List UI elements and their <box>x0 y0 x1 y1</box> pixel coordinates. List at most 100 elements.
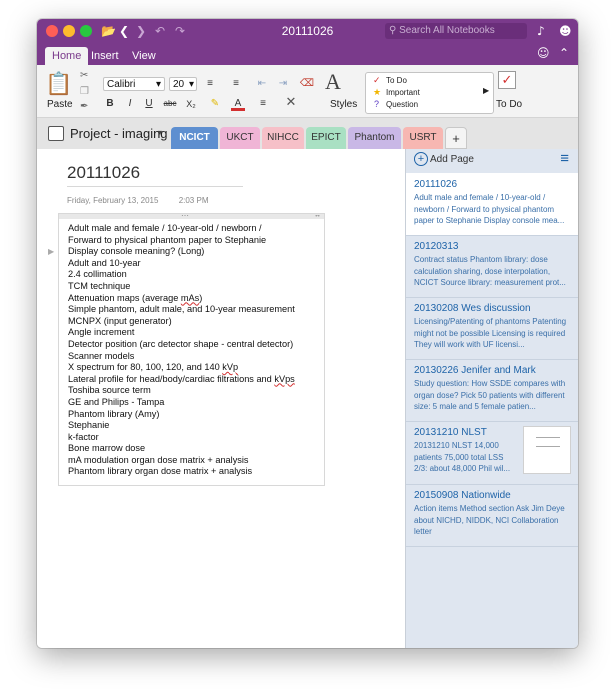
underline-button[interactable]: U <box>142 97 156 111</box>
paste-label[interactable]: Paste <box>47 99 73 110</box>
font-size-value: 20 <box>173 79 185 90</box>
tab-view[interactable]: View <box>125 47 163 65</box>
section-tab-phantom[interactable]: Phantom <box>348 127 401 149</box>
spelling-error[interactable]: kVps <box>274 374 294 384</box>
styles-icon[interactable]: A <box>325 69 341 95</box>
title-bar: 📂 ❮ ❯ ↶ ↷ 20111026 ⚲ Search All Notebook… <box>37 19 578 43</box>
section-tab-epict[interactable]: EPICT <box>306 127 346 149</box>
note-line[interactable]: X spectrum for 80, 100, 120, and 140 kVp <box>68 362 295 374</box>
note-line[interactable]: Phantom library organ dose matrix + anal… <box>68 466 295 478</box>
note-lines: Adult male and female / 10-year-old / ne… <box>68 223 295 478</box>
tab-insert[interactable]: Insert <box>84 47 126 65</box>
thumbnail-lines <box>536 437 560 447</box>
note-line[interactable]: Lateral profile for head/body/cardiac fi… <box>68 374 295 386</box>
font-color-button[interactable]: A <box>231 97 245 111</box>
todo-tag-label[interactable]: To Do <box>496 99 522 110</box>
tag-important[interactable]: Important <box>386 88 420 97</box>
note-line[interactable]: Stephanie <box>68 420 295 432</box>
chevron-down-icon[interactable]: ▾ <box>158 128 162 137</box>
note-line[interactable]: Simple phantom, adult male, and 10-year … <box>68 304 295 316</box>
copy-icon[interactable]: ❐ <box>80 86 89 97</box>
paragraph-handle-icon[interactable]: ▶ <box>48 247 54 256</box>
section-tab-nihcc[interactable]: NIHCC <box>262 127 304 149</box>
note-line[interactable]: Forward to physical phantom paper to Ste… <box>68 235 295 247</box>
page-list-item-preview: 20131210 NLST 14,000 patients 75,000 tot… <box>414 441 511 474</box>
note-line[interactable]: TCM technique <box>68 281 295 293</box>
page-list-item[interactable]: 20130226 Jenifer and Mark Study question:… <box>406 359 578 422</box>
note-line[interactable]: Adult male and female / 10-year-old / ne… <box>68 223 295 235</box>
note-line[interactable]: mA modulation organ dose matrix + analys… <box>68 455 295 467</box>
note-line[interactable]: Phantom library (Amy) <box>68 409 295 421</box>
strikethrough-button[interactable]: abc <box>160 97 180 111</box>
search-field[interactable]: ⚲ Search All Notebooks <box>385 23 527 39</box>
share-user-icon[interactable]: ☻ <box>559 22 572 40</box>
note-line[interactable]: Angle increment <box>68 327 295 339</box>
add-page-icon[interactable]: + <box>414 152 428 166</box>
align-icon[interactable]: ≡ <box>255 97 271 111</box>
note-line[interactable]: Detector position (arc detector shape - … <box>68 339 295 351</box>
section-tab-ukct[interactable]: UKCT <box>220 127 260 149</box>
paste-icon[interactable]: 📋 <box>45 71 72 97</box>
page-list-item[interactable]: 20130208 Wes discussion Licensing/Patenti… <box>406 297 578 360</box>
note-line[interactable]: Scanner models <box>68 351 295 363</box>
note-line[interactable]: Adult and 10-year <box>68 258 295 270</box>
section-tab-ncict[interactable]: NCICT <box>171 127 218 149</box>
increase-indent-icon[interactable]: ⇥ <box>274 77 292 91</box>
decrease-indent-icon[interactable]: ⇤ <box>253 77 271 91</box>
delete-icon[interactable]: ✕ <box>282 95 300 109</box>
note-drag-handle[interactable] <box>59 214 324 219</box>
tag-todo[interactable]: To Do <box>386 76 407 85</box>
gallery-more-icon[interactable]: ▶ <box>483 86 489 95</box>
bullets-icon[interactable]: ≡ <box>201 77 219 91</box>
search-placeholder: Search All Notebooks <box>399 25 495 36</box>
page-title[interactable]: 20111026 <box>67 163 243 187</box>
add-section-button[interactable]: + <box>445 127 467 149</box>
page-list-item[interactable]: 20120313 Contract status Phantom library:… <box>406 235 578 298</box>
note-line[interactable]: Attenuation maps (average mAs) <box>68 293 295 305</box>
numbering-icon[interactable]: ≡ <box>227 77 245 91</box>
note-line[interactable]: Bone marrow dose <box>68 443 295 455</box>
bold-button[interactable]: B <box>103 97 117 111</box>
page-list-item-preview: Contract status Phantom library: dose ca… <box>414 255 566 288</box>
page-canvas[interactable]: 20111026 Friday, February 13, 2015 2:03 … <box>37 149 405 648</box>
note-line[interactable]: 2.4 collimation <box>68 269 295 281</box>
subscript-button[interactable]: X₂ <box>183 97 199 111</box>
page-time: 2:03 PM <box>178 196 209 205</box>
sort-pages-icon[interactable]: ≡ <box>560 150 569 167</box>
cut-icon[interactable]: ✂ <box>80 70 88 81</box>
highlight-icon[interactable]: ✎ <box>207 97 223 111</box>
format-painter-icon[interactable]: ✒ <box>80 101 88 112</box>
note-line[interactable]: Display console meaning? (Long) <box>68 246 295 258</box>
page-list-item[interactable]: 20131210 NLST 20131210 NLST 14,000 patien… <box>406 421 578 485</box>
spelling-error[interactable]: kVp <box>222 362 238 372</box>
note-container[interactable]: ⋯ ↔ ▶ Adult male and female / 10-year-ol… <box>48 211 325 486</box>
smiley-feedback-icon[interactable]: ☺ <box>537 44 550 62</box>
resize-icon[interactable]: ↔ <box>314 212 321 219</box>
page-list-item[interactable]: 20111026 Adult male and female / 10-year-… <box>406 173 578 236</box>
notebook-name[interactable]: Project - imaging <box>70 126 168 141</box>
note-line[interactable]: Toshiba source term <box>68 385 295 397</box>
question-icon: ? <box>374 99 380 109</box>
checkbox-icon: ✓ <box>373 75 381 85</box>
section-tab-usrt[interactable]: USRT <box>403 127 443 149</box>
notification-icon[interactable]: ♪ <box>537 22 545 40</box>
tag-question[interactable]: Question <box>386 100 418 109</box>
add-page-button[interactable]: Add Page <box>430 154 474 165</box>
tab-home[interactable]: Home <box>45 47 89 65</box>
tags-gallery[interactable]: ✓ To Do ★ Important ? Question ▶ <box>365 72 494 114</box>
more-dots-icon: ⋯ <box>181 211 189 220</box>
note-line[interactable]: k-factor <box>68 432 295 444</box>
note-line[interactable]: GE and Philips - Tampa <box>68 397 295 409</box>
search-icon: ⚲ <box>389 25 397 36</box>
todo-tag-icon[interactable]: ✓ <box>498 71 516 89</box>
page-list-item[interactable]: 20150908 Nationwide Action items Method s… <box>406 484 578 547</box>
font-size-select[interactable]: 20 ▾ <box>169 77 197 91</box>
clear-formatting-icon[interactable]: ⌫ <box>298 77 316 91</box>
styles-label[interactable]: Styles <box>330 99 357 110</box>
collapse-ribbon-icon[interactable]: ⌃ <box>559 44 569 62</box>
notebook-icon[interactable] <box>48 126 64 141</box>
note-line[interactable]: MCNPX (input generator) <box>68 316 295 328</box>
font-name-select[interactable]: Calibri ▾ <box>103 77 165 91</box>
italic-button[interactable]: I <box>123 97 137 111</box>
spelling-error[interactable]: mAs <box>181 293 199 303</box>
